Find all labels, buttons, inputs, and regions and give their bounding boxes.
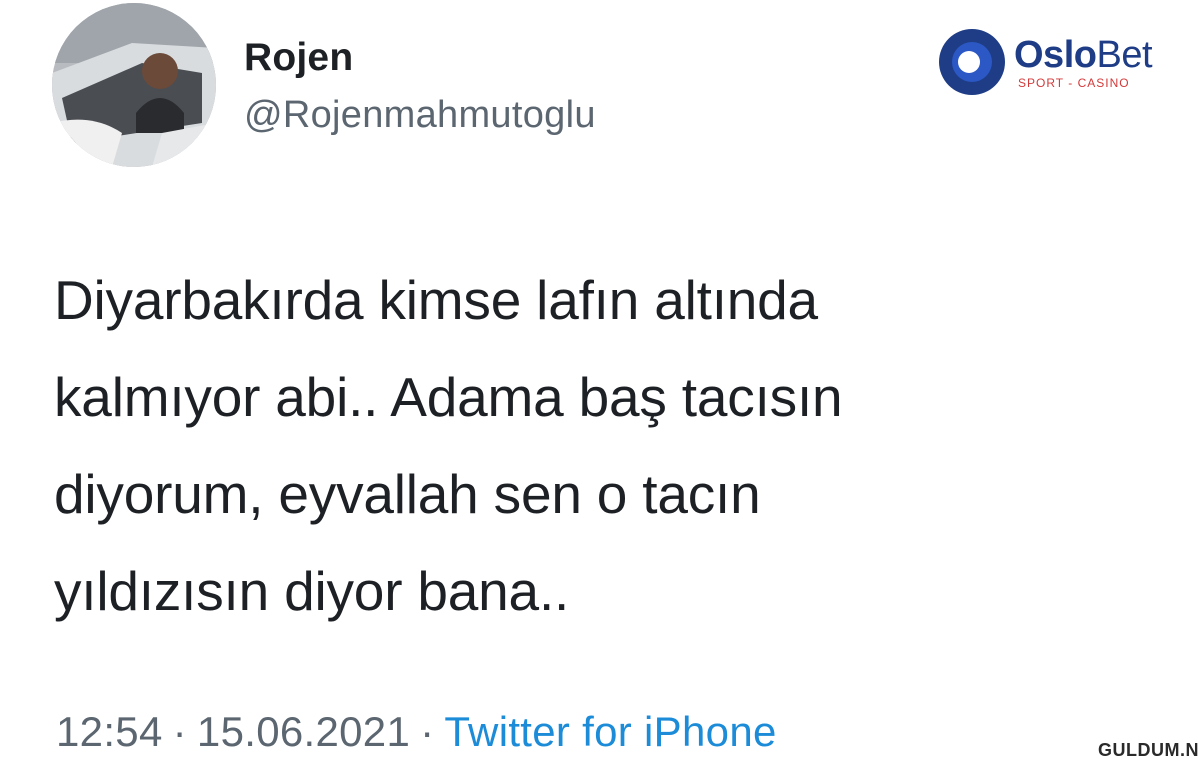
- tweet-source-link[interactable]: Twitter for iPhone: [444, 708, 776, 755]
- user-handle[interactable]: @Rojenmahmutoglu: [244, 94, 596, 137]
- tweet-date[interactable]: 15.06.2021: [197, 708, 410, 755]
- oslobet-logo-icon: [939, 29, 1005, 95]
- watermark: GULDUM.NET: [1098, 740, 1200, 761]
- profile-photo-icon: [52, 3, 216, 167]
- display-name[interactable]: Rojen: [244, 36, 353, 80]
- brand-name: OsloBet: [1014, 34, 1153, 76]
- tweet-line: Diyarbakırda kimse lafın altında: [54, 269, 818, 331]
- tweet-meta: 12:54 · 15.06.2021 · Twitter for iPhone: [56, 708, 777, 756]
- brand-tagline: SPORT - CASINO: [1018, 76, 1130, 90]
- brand-logo: OsloBet SPORT - CASINO: [938, 24, 1168, 100]
- tweet-text: Diyarbakırda kimse lafın altında kalmıyo…: [54, 252, 1054, 640]
- avatar[interactable]: [52, 3, 216, 167]
- tweet-time[interactable]: 12:54: [56, 708, 163, 755]
- tweet-line: kalmıyor abi.. Adama baş tacısın: [54, 366, 843, 428]
- tweet-line: yıldızısın diyor bana..: [54, 560, 570, 622]
- meta-separator: ·: [172, 708, 187, 755]
- tweet-line: diyorum, eyvallah sen o tacın: [54, 463, 761, 525]
- meta-separator: ·: [420, 708, 435, 755]
